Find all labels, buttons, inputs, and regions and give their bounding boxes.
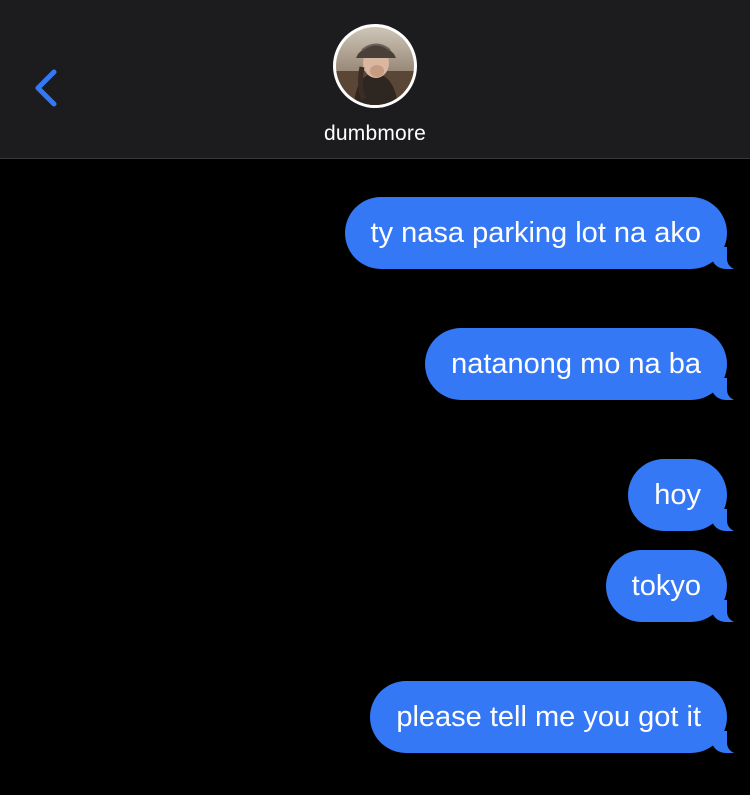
message-bubble[interactable]: tokyo xyxy=(605,550,750,623)
avatar-photo xyxy=(336,27,414,105)
contact-avatar[interactable] xyxy=(333,24,417,108)
message-bubble[interactable]: hoy xyxy=(628,459,750,532)
chevron-left-icon xyxy=(35,69,57,107)
messages-screen: dumbmore ty nasa parking lot na ako nata… xyxy=(0,0,750,795)
contact-name[interactable]: dumbmore xyxy=(0,122,750,146)
message-bubble[interactable]: natanong mo na ba xyxy=(425,328,750,401)
message-bubble[interactable]: ty nasa parking lot na ako xyxy=(344,197,750,270)
conversation-header: dumbmore xyxy=(0,0,750,159)
message-thread: ty nasa parking lot na ako natanong mo n… xyxy=(0,159,750,795)
message-bubble[interactable]: please tell me you got it xyxy=(370,681,750,754)
back-button[interactable] xyxy=(26,62,70,114)
